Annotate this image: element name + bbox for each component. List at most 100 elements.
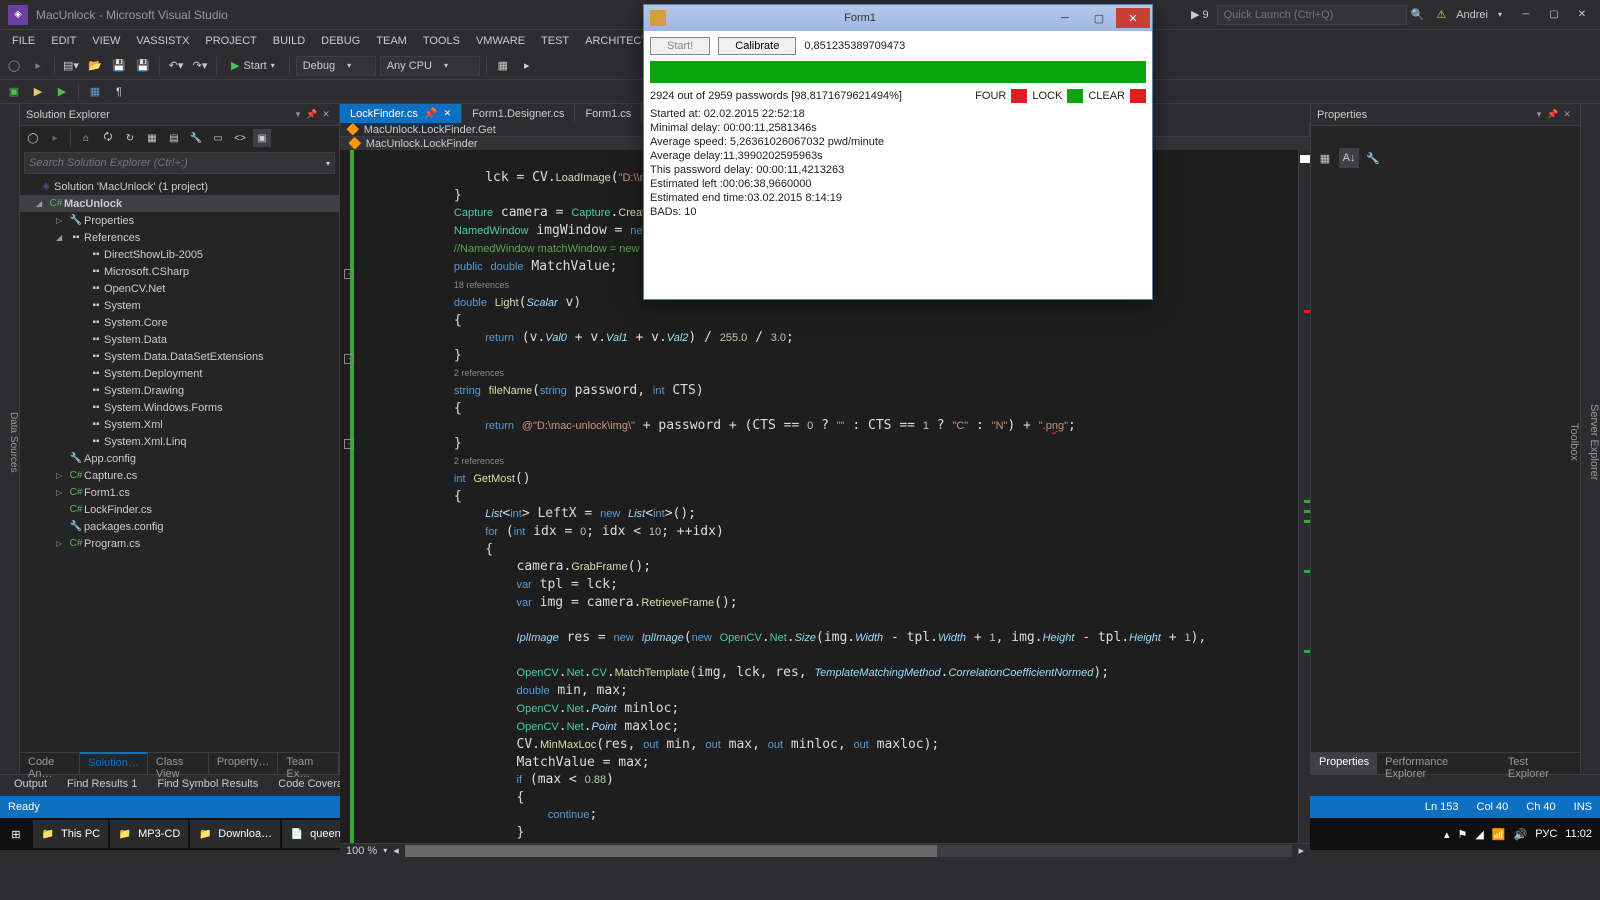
exp-sync-icon[interactable]: 🗘 (99, 129, 117, 147)
new-project-button[interactable]: ▤▾ (61, 56, 81, 76)
extra-btn-1[interactable]: ▦ (493, 56, 513, 76)
exp-collapse-icon[interactable]: ▦ (143, 129, 161, 147)
taskbar-item[interactable]: 📁This PC (33, 820, 108, 848)
editor-tab-designer[interactable]: Form1.Designer.cs (462, 104, 575, 123)
save-all-button[interactable]: 💾 (133, 56, 153, 76)
start-menu-button[interactable]: ⊞ (0, 818, 32, 850)
exp-fwd-icon[interactable]: ▸ (46, 129, 64, 147)
form1-max-button[interactable]: ▢ (1082, 8, 1116, 28)
ref-node[interactable]: ▪▪System.Core (20, 314, 339, 331)
nav-back-button[interactable]: ◯ (4, 56, 24, 76)
menu-project[interactable]: PROJECT (197, 32, 264, 50)
properties-node[interactable]: ▷🔧Properties (20, 212, 339, 229)
user-dropdown-icon[interactable]: ▾ (1498, 10, 1502, 19)
ref-node[interactable]: ▪▪System.Deployment (20, 365, 339, 382)
platform-select[interactable]: Any CPU (380, 56, 480, 76)
extra-btn-2[interactable]: ▸ (517, 56, 537, 76)
tab-solution-explorer[interactable]: Solution… (80, 752, 148, 774)
panel-pin-icon[interactable]: 📌 (305, 109, 319, 120)
ref-node[interactable]: ▪▪DirectShowLib-2005 (20, 246, 339, 263)
ref-node[interactable]: ▪▪System.Data (20, 331, 339, 348)
file-node[interactable]: 🔧App.config (20, 450, 339, 467)
ref-node[interactable]: ▪▪System.Drawing (20, 382, 339, 399)
save-button[interactable]: 💾 (109, 56, 129, 76)
ref-node[interactable]: ▪▪System.Xml (20, 416, 339, 433)
exp-home-icon[interactable]: ⌂ (77, 129, 95, 147)
tab-properties[interactable]: Properties (1311, 753, 1377, 774)
file-node[interactable]: 🔧packages.config (20, 518, 339, 535)
menu-vassistx[interactable]: VASSISTX (128, 32, 197, 50)
nav-fwd-button[interactable]: ▸ (28, 56, 48, 76)
panel-dropdown-icon[interactable]: ▾ (291, 109, 305, 120)
menu-team[interactable]: TEAM (368, 32, 415, 50)
ref-node[interactable]: ▪▪Microsoft.CSharp (20, 263, 339, 280)
tab-code-analysis[interactable]: Code An… (20, 753, 80, 774)
menu-build[interactable]: BUILD (265, 32, 313, 50)
exp-refresh-icon[interactable]: ↻ (121, 129, 139, 147)
pin-icon[interactable]: 📌 (424, 107, 438, 120)
prop-dropdown-icon[interactable]: ▾ (1532, 109, 1546, 120)
tb2-btn-1[interactable]: ▣ (4, 82, 24, 102)
solution-tree[interactable]: ◈Solution 'MacUnlock' (1 project) ◢C#Mac… (20, 176, 339, 752)
start-button[interactable]: ▶Start▾ (223, 59, 283, 72)
tab-find-symbol[interactable]: Find Symbol Results (147, 775, 268, 796)
menu-file[interactable]: FILE (4, 32, 43, 50)
file-node[interactable]: ▷C#Form1.cs (20, 484, 339, 501)
zoom-level[interactable]: 100 % (346, 845, 377, 857)
exp-hier-icon[interactable]: ▣ (253, 129, 271, 147)
menu-vmware[interactable]: VMWARE (468, 32, 533, 50)
scrollbar-minimap[interactable] (1298, 150, 1310, 843)
prop-alpha-icon[interactable]: A↓ (1339, 148, 1359, 168)
tab-property-manager[interactable]: Property… (209, 753, 279, 774)
explorer-search-input[interactable] (29, 157, 326, 169)
redo-button[interactable]: ↷▾ (190, 56, 210, 76)
file-node[interactable]: ▷C#Program.cs (20, 535, 339, 552)
scroll-left-icon[interactable]: ◂ (393, 844, 399, 857)
tray-network-icon[interactable]: 📶 (1492, 828, 1506, 841)
tb2-btn-5[interactable]: ¶ (109, 82, 129, 102)
tray-clock[interactable]: 11:02 (1565, 828, 1592, 840)
open-button[interactable]: 📂 (85, 56, 105, 76)
ref-node[interactable]: ▪▪OpenCV.Net (20, 280, 339, 297)
tab-find-results[interactable]: Find Results 1 (57, 775, 147, 796)
references-node[interactable]: ◢▪▪References (20, 229, 339, 246)
close-button[interactable]: ✕ (1568, 5, 1596, 25)
tb2-btn-4[interactable]: ▦ (85, 82, 105, 102)
tray-volume-icon[interactable]: 🔊 (1514, 828, 1528, 841)
server-explorer-tab[interactable]: Server Explorer (1588, 110, 1600, 774)
project-node[interactable]: ◢C#MacUnlock (20, 195, 339, 212)
form1-min-button[interactable]: ─ (1048, 8, 1082, 28)
ref-node[interactable]: ▪▪System.Windows.Forms (20, 399, 339, 416)
prop-cat-icon[interactable]: ▦ (1315, 148, 1335, 168)
toolbox-tab[interactable]: Toolbox (1568, 110, 1580, 774)
warning-icon[interactable]: ⚠ (1436, 8, 1446, 21)
form1-close-button[interactable]: ✕ (1116, 8, 1150, 28)
menu-debug[interactable]: DEBUG (313, 32, 368, 50)
file-node[interactable]: C#LockFinder.cs (20, 501, 339, 518)
breadcrumb[interactable]: MacUnlock.LockFinder (366, 138, 478, 150)
tray-flag-icon[interactable]: ⚑ (1458, 828, 1468, 841)
taskbar-item[interactable]: 📁Downloa… (190, 820, 280, 848)
exp-prop-icon[interactable]: 🔧 (187, 129, 205, 147)
prop-wrench-icon[interactable]: 🔧 (1363, 148, 1383, 168)
menu-edit[interactable]: EDIT (43, 32, 84, 50)
tb2-btn-3[interactable]: ▶ (52, 82, 72, 102)
undo-button[interactable]: ↶▾ (166, 56, 186, 76)
close-tab-icon[interactable]: ✕ (444, 108, 452, 119)
solution-node[interactable]: ◈Solution 'MacUnlock' (1 project) (20, 178, 339, 195)
search-dropdown-icon[interactable]: ▾ (326, 159, 330, 168)
tab-class-view[interactable]: Class View (148, 753, 209, 774)
panel-close-icon[interactable]: ✕ (319, 109, 333, 120)
menu-test[interactable]: TEST (533, 32, 577, 50)
menu-tools[interactable]: TOOLS (415, 32, 468, 50)
config-select[interactable]: Debug (296, 56, 376, 76)
maximize-button[interactable]: ▢ (1540, 5, 1568, 25)
scroll-right-icon[interactable]: ▸ (1298, 844, 1304, 857)
user-name[interactable]: Andrei (1456, 9, 1488, 21)
h-scrollbar[interactable] (405, 845, 1293, 857)
tab-perf-explorer[interactable]: Performance Explorer (1377, 753, 1500, 774)
file-node[interactable]: ▷C#Capture.cs (20, 467, 339, 484)
exp-preview-icon[interactable]: ▭ (209, 129, 227, 147)
prop-pin-icon[interactable]: 📌 (1546, 109, 1560, 120)
taskbar-item[interactable]: 📁MP3-CD (110, 820, 188, 848)
